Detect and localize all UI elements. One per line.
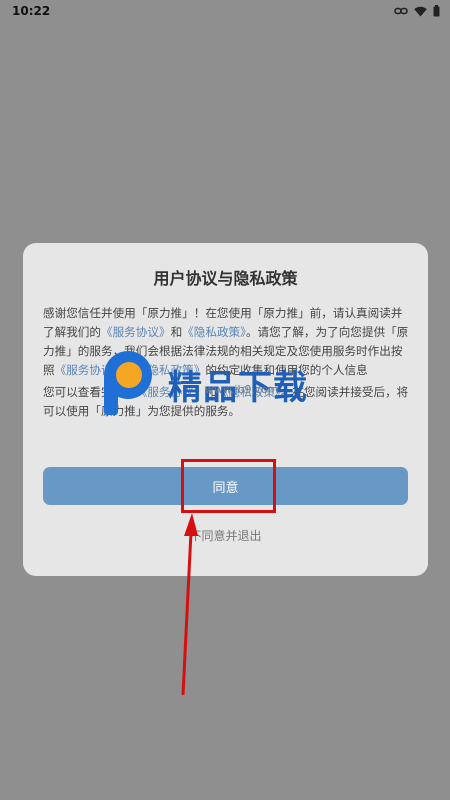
- status-time: 10:22: [12, 4, 51, 18]
- link-icon: [394, 7, 408, 15]
- service-agreement-link[interactable]: 《服务协议》: [101, 325, 171, 339]
- para1-and: 和: [170, 325, 183, 339]
- decline-and-exit-link[interactable]: 不同意并退出: [23, 527, 428, 544]
- privacy-policy-link[interactable]: 《隐私政策》: [182, 325, 246, 339]
- status-icons: [394, 5, 440, 17]
- status-bar: 10:22: [0, 0, 450, 22]
- watermark-url: www.jb9.com: [205, 383, 279, 396]
- dialog-title: 用户协议与隐私政策: [153, 269, 298, 288]
- para1-line2-suffix: 。请您了解，为了向: [245, 325, 351, 339]
- battery-icon: [433, 5, 440, 17]
- para1-line1: 感谢您信任并使用「原力推」！在您使用「原力推」前，请认真阅: [43, 306, 380, 320]
- annotation-highlight-box: [181, 459, 276, 513]
- wifi-icon: [414, 6, 427, 16]
- p-logo-icon: [104, 351, 152, 415]
